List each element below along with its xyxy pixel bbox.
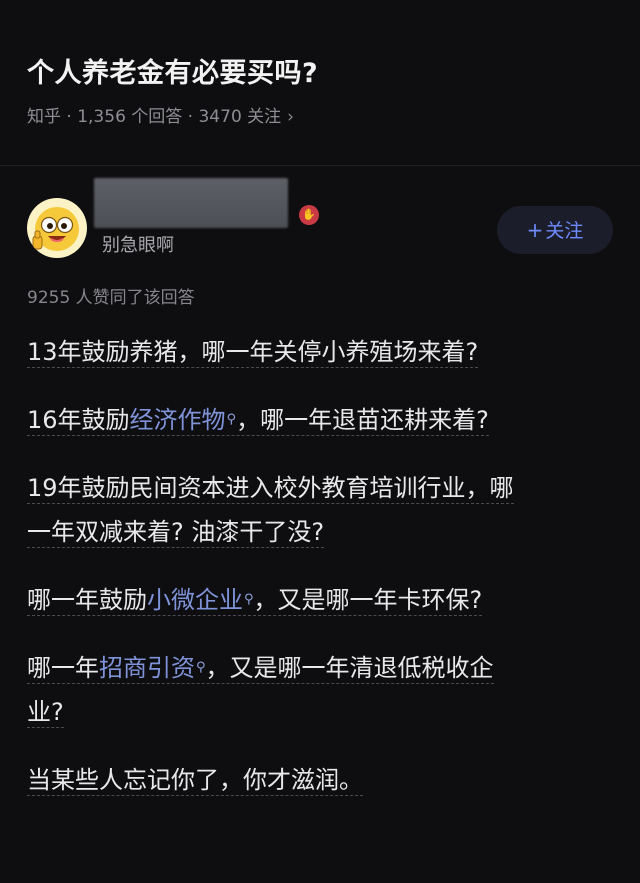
answer-text: 业? xyxy=(27,698,64,728)
search-link-label: 小微企业 xyxy=(147,586,243,614)
question-header: 个人养老金有必要买吗? 知乎 · 1,356 个回答 · 3470 关注 › xyxy=(27,54,620,130)
answer-text: 当某些人忘记你了，你才滋润。 xyxy=(27,766,363,796)
answer-paragraph: 13年鼓励养猪，哪一年关停小养殖场来着? xyxy=(27,330,617,374)
plus-icon: + xyxy=(526,218,544,242)
search-link-label: 招商引资 xyxy=(99,654,195,682)
answer-paragraph: 19年鼓励民间资本进入校外教育培训行业，哪 一年双减来着? 油漆干了没? xyxy=(27,466,617,554)
answer-paragraph: 16年鼓励经济作物⚲，哪一年退苗还耕来着? xyxy=(27,398,617,442)
answer-text: ，又是哪一年卡环保? xyxy=(253,586,483,614)
answer-paragraph: 哪一年鼓励小微企业⚲，又是哪一年卡环保? xyxy=(27,578,617,622)
search-link-label: 经济作物 xyxy=(129,406,226,434)
author-name-redacted[interactable] xyxy=(94,178,288,228)
question-meta[interactable]: 知乎 · 1,356 个回答 · 3470 关注 › xyxy=(27,104,620,130)
answer-text: 哪一年 xyxy=(27,654,99,682)
answer-text: 哪一年鼓励 xyxy=(27,586,147,614)
search-icon: ⚲ xyxy=(244,592,254,607)
search-icon: ⚲ xyxy=(196,660,206,675)
answer-text: 13年鼓励养猪，哪一年关停小养殖场来着? xyxy=(27,338,479,368)
answer-likes: 9255 人赞同了该回答 xyxy=(27,288,195,308)
search-link-investment-attraction[interactable]: 招商引资⚲ xyxy=(99,654,206,682)
search-link-small-micro-enterprises[interactable]: 小微企业⚲ xyxy=(147,586,254,614)
answer-text: ，又是哪一年清退低税收企 xyxy=(205,654,494,682)
follow-button[interactable]: + 关注 xyxy=(497,206,613,254)
chevron-right-icon: › xyxy=(287,107,294,127)
hand-badge-icon: ✋ xyxy=(299,205,319,225)
author-subtitle: 别急眼啊 xyxy=(102,235,174,256)
follow-button-label: 关注 xyxy=(545,220,584,242)
question-title[interactable]: 个人养老金有必要买吗? xyxy=(27,54,620,94)
search-icon: ⚲ xyxy=(226,412,237,427)
answer-text: 16年鼓励 xyxy=(27,406,130,434)
question-meta-text: 知乎 · 1,356 个回答 · 3470 关注 xyxy=(27,107,282,127)
search-link-economic-crops[interactable]: 经济作物⚲ xyxy=(130,406,237,434)
answer-paragraph: 当某些人忘记你了，你才滋润。 xyxy=(27,758,617,802)
answer-text: ，哪一年退苗还耕来着? xyxy=(236,406,489,434)
answer-body: 13年鼓励养猪，哪一年关停小养殖场来着? 16年鼓励经济作物⚲，哪一年退苗还耕来… xyxy=(27,330,617,826)
header-divider xyxy=(0,165,640,166)
avatar[interactable] xyxy=(27,198,87,258)
answer-text: 19年鼓励民间资本进入校外教育培训行业，哪 xyxy=(27,474,514,504)
answer-text: 一年双减来着? 油漆干了没? xyxy=(27,518,325,548)
emoji-avatar-icon xyxy=(32,207,79,251)
answer-paragraph: 哪一年招商引资⚲，又是哪一年清退低税收企 业? xyxy=(27,646,617,734)
author-row: ✋ 别急眼啊 + 关注 xyxy=(27,178,627,268)
